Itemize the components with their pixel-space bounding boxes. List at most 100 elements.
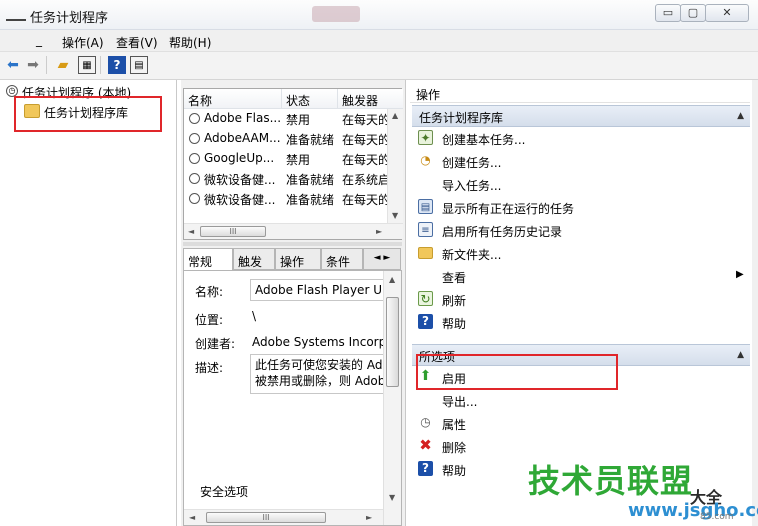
close-button[interactable]: ✕ xyxy=(705,4,749,22)
task-status: 准备就绪 xyxy=(286,193,335,207)
action-show-running-tasks[interactable]: ▤ 显示所有正在运行的任务 xyxy=(412,196,750,218)
action-import-task[interactable]: 导入任务... xyxy=(412,173,750,195)
column-header-status[interactable]: 状态 xyxy=(282,89,338,109)
action-help[interactable]: ? 帮助 xyxy=(412,311,750,333)
action-label: 导出... xyxy=(442,395,478,409)
table-row[interactable]: 微软设备健... 准备就绪 在每天的 3: xyxy=(184,189,403,209)
tab-actions[interactable]: 操作 xyxy=(275,248,321,270)
system-menu[interactable]: _ xyxy=(36,33,42,47)
running-tasks-icon: ▤ xyxy=(418,199,433,214)
task-name: AdobeAAM... xyxy=(204,131,281,145)
properties-clock-icon: ◷ xyxy=(420,415,431,429)
tab-general[interactable]: 常规 xyxy=(183,248,233,272)
name-label: 名称: xyxy=(195,285,224,299)
table-row[interactable]: 微软设备健... 准备就绪 在系统启动 xyxy=(184,169,403,189)
menu-bar: _ 操作(A) 查看(V) 帮助(H) xyxy=(0,30,758,52)
tab-scroll-arrows[interactable]: ◄ ► xyxy=(363,248,401,270)
action-label: 显示所有正在运行的任务 xyxy=(442,202,575,216)
scroll-thumb[interactable]: III xyxy=(206,512,326,523)
scroll-thumb[interactable]: III xyxy=(200,226,266,237)
action-view[interactable]: 查看 ▶ xyxy=(412,265,750,287)
name-field[interactable]: Adobe Flash Player Upc xyxy=(250,279,384,301)
location-label: 位置: xyxy=(195,313,224,327)
task-name: 微软设备健... xyxy=(204,173,276,187)
action-label: 创建基本任务... xyxy=(442,133,526,147)
column-header-trigger[interactable]: 触发器 xyxy=(338,89,403,109)
scroll-down-icon[interactable]: ▼ xyxy=(392,211,398,220)
location-value: \ xyxy=(252,309,257,323)
description-line-2: 被禁用或删除，则 Adobe xyxy=(255,374,384,388)
collapse-arrow-icon[interactable]: ▲ xyxy=(737,111,744,121)
app-icon xyxy=(6,9,26,21)
task-status: 禁用 xyxy=(286,113,311,127)
forward-arrow-icon[interactable]: ➡ xyxy=(24,56,42,74)
menu-view[interactable]: 查看(V) xyxy=(116,34,158,51)
task-list-horizontal-scrollbar[interactable]: ◄ III ► xyxy=(184,223,403,239)
watermark-url: www.jsgho.com xyxy=(628,500,758,521)
action-label: 启用所有任务历史记录 xyxy=(442,225,563,239)
action-enable-history[interactable]: ≡ 启用所有任务历史记录 xyxy=(412,219,750,241)
folder-icon xyxy=(418,247,433,259)
scroll-thumb[interactable] xyxy=(386,297,399,387)
column-header-name[interactable]: 名称 xyxy=(184,89,282,109)
help-icon: ? xyxy=(418,314,433,329)
action-refresh[interactable]: ↻ 刷新 xyxy=(412,288,750,310)
history-icon: ≡ xyxy=(418,222,433,237)
watermark-small-text: 85.com xyxy=(700,512,734,522)
detail-vertical-scrollbar[interactable]: ▲ ▼ xyxy=(383,271,401,525)
task-clock-icon xyxy=(189,113,200,124)
task-status: 准备就绪 xyxy=(286,133,335,147)
menu-action[interactable]: 操作(A) xyxy=(62,34,104,51)
action-label: 帮助 xyxy=(442,317,467,331)
action-export[interactable]: 导出... xyxy=(412,389,750,411)
action-new-folder[interactable]: 新文件夹... xyxy=(412,242,750,264)
action-properties[interactable]: ◷ 属性 xyxy=(412,412,750,434)
maximize-button[interactable]: ▢ xyxy=(680,4,706,22)
scroll-left-icon[interactable]: ◄ xyxy=(189,513,195,522)
task-name: 微软设备健... xyxy=(204,193,276,207)
task-clock-icon xyxy=(189,153,200,164)
action-label: 属性 xyxy=(442,418,467,432)
up-folder-icon[interactable]: ▰ xyxy=(54,56,72,74)
table-row[interactable]: GoogleUp... 禁用 在每天的 6: xyxy=(184,149,403,169)
help-icon: ? xyxy=(418,461,433,476)
show-hide-pane-icon[interactable]: ▦ xyxy=(78,56,96,74)
help-icon[interactable]: ? xyxy=(108,56,126,74)
window-title: 任务计划程序 xyxy=(30,11,109,26)
table-row[interactable]: Adobe Flas... 禁用 在每天的 2 xyxy=(184,109,403,129)
scroll-right-icon[interactable]: ► xyxy=(366,513,372,522)
highlight-box-task-library xyxy=(14,96,162,132)
description-field[interactable]: 此任务可使您安装的 Adc 被禁用或删除，则 Adobe xyxy=(250,354,384,394)
action-label: 刷新 xyxy=(442,294,467,308)
section-header-task-library[interactable]: 任务计划程序库 ▲ xyxy=(412,105,750,127)
action-label: 查看 xyxy=(442,271,467,285)
menu-help[interactable]: 帮助(H) xyxy=(169,34,211,51)
actions-pane-scrollbar[interactable] xyxy=(752,80,758,526)
action-create-basic-task[interactable]: ✦ 创建基本任务... xyxy=(412,127,750,149)
minimize-button[interactable]: ▭ xyxy=(655,4,681,22)
action-delete[interactable]: ✖ 删除 xyxy=(412,435,750,457)
action-create-task[interactable]: ◔ 创建任务... xyxy=(412,150,750,172)
scroll-down-icon[interactable]: ▼ xyxy=(389,493,395,502)
tab-triggers[interactable]: 触发器 xyxy=(233,248,275,286)
scroll-left-icon[interactable]: ◄ xyxy=(188,227,194,236)
task-list-vertical-scrollbar[interactable]: ▲ ▼ xyxy=(387,109,403,223)
tab-conditions[interactable]: 条件 xyxy=(321,248,363,270)
actions-pane-title: 操作 xyxy=(410,83,750,103)
task-clock-icon xyxy=(189,173,200,184)
task-status: 准备就绪 xyxy=(286,173,335,187)
scroll-up-icon[interactable]: ▲ xyxy=(389,275,395,284)
description-line-1: 此任务可使您安装的 Adc xyxy=(255,358,384,372)
collapse-arrow-icon[interactable]: ▲ xyxy=(737,350,744,360)
pane-splitter[interactable] xyxy=(183,242,402,246)
table-row[interactable]: AdobeAAM... 准备就绪 在每天的 2: xyxy=(184,129,403,149)
action-label: 删除 xyxy=(442,441,467,455)
back-arrow-icon[interactable]: ⬅ xyxy=(4,56,22,74)
properties-icon[interactable]: ▤ xyxy=(130,56,148,74)
navigation-tree: ◷ 任务计划程序 (本地) 任务计划程序库 xyxy=(0,80,177,526)
detail-horizontal-scrollbar[interactable]: ◄ III ► xyxy=(184,509,383,525)
scroll-right-icon[interactable]: ► xyxy=(376,227,382,236)
task-status: 禁用 xyxy=(286,153,311,167)
scroll-up-icon[interactable]: ▲ xyxy=(392,111,398,120)
description-label: 描述: xyxy=(195,361,224,375)
